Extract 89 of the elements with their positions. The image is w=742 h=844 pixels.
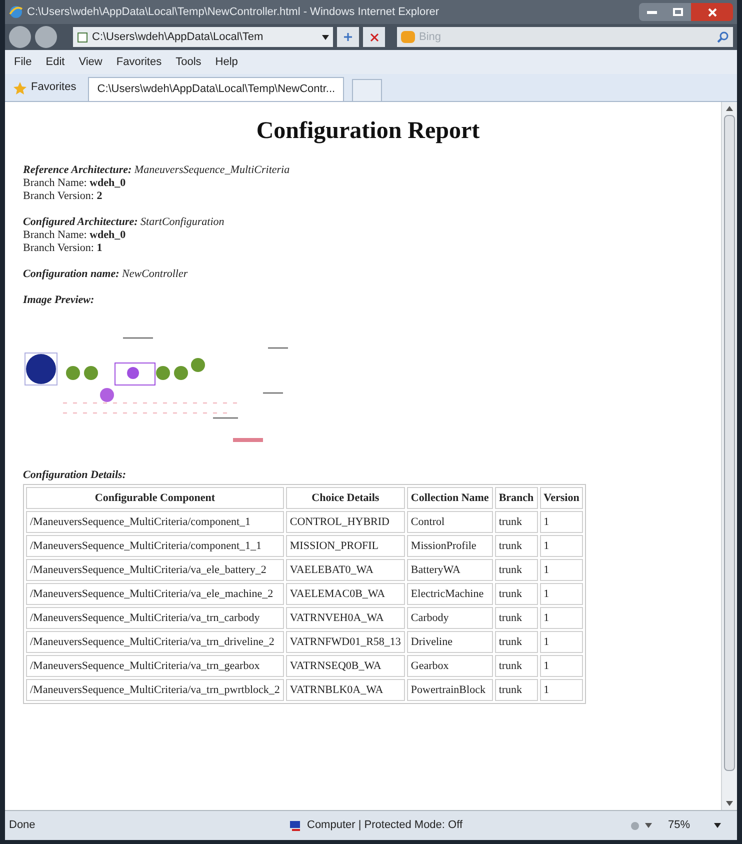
table-cell: 1 (540, 535, 584, 557)
menu-item[interactable]: View (74, 54, 108, 70)
table-cell: Carbody (406, 607, 493, 629)
maximize-button[interactable] (665, 3, 691, 21)
dropdown-icon[interactable] (714, 823, 721, 828)
address-field[interactable]: C:\Users\wdeh\AppData\Local\Tem (73, 27, 333, 47)
table-cell: VAELEBAT0_WA (286, 559, 405, 581)
branch-line: Branch Name: wdeh_0 (23, 177, 127, 190)
table-cell: /ManeuversSequence_MultiCriteria/va_ele_battery_2 (26, 559, 284, 581)
table-cell: trunk (494, 631, 538, 653)
stop-button[interactable] (363, 27, 385, 47)
column-header: Configurable Component (26, 487, 284, 509)
table-cell: /ManeuversSequence_MultiCriteria/va_ele_machine_2 (26, 583, 284, 605)
table-cell: Driveline (406, 631, 493, 653)
table-cell: trunk (494, 607, 538, 629)
table-cell: 1 (540, 583, 584, 605)
table-cell: VATRNSEQ0B_WA (286, 655, 405, 677)
table-cell: trunk (494, 535, 538, 557)
scroll-up-icon[interactable] (726, 106, 733, 111)
table-cell: 1 (540, 607, 584, 629)
dropdown-icon[interactable] (322, 34, 329, 40)
branch-line: Branch Version: 2 (23, 190, 104, 203)
table-cell: trunk (494, 679, 538, 701)
security-zone: Computer | Protected Mode: Off (307, 818, 463, 834)
table-cell: MISSION_PROFIL (286, 535, 405, 557)
dropdown-icon[interactable] (644, 823, 652, 828)
column-header: Choice Details (286, 487, 405, 509)
table-cell: 1 (540, 511, 584, 533)
table-cell: /ManeuversSequence_MultiCriteria/va_trn_carbody (26, 607, 284, 629)
table-cell: /ManeuversSequence_MultiCriteria/component_1_1 (26, 535, 284, 557)
table-cell: VATRNFWD01_R58_13 (286, 631, 405, 653)
column-header: Branch (494, 487, 538, 509)
branch-line: Branch Name: wdeh_0 (23, 229, 127, 242)
table-cell: /ManeuversSequence_MultiCriteria/va_trn_pwrtblock_2 (26, 679, 284, 701)
table-cell: PowertrainBlock (406, 679, 493, 701)
table-cell: Gearbox (406, 655, 493, 677)
branch-line: Branch Version: 1 (23, 242, 104, 255)
table-cell: ElectricMachine (406, 583, 493, 605)
table-cell: MissionProfile (406, 535, 493, 557)
close-icon (708, 8, 716, 16)
page-icon (77, 32, 88, 42)
table-cell: Control (406, 511, 493, 533)
table-cell: 1 (540, 559, 584, 581)
close-button[interactable] (691, 3, 733, 21)
search-box[interactable]: Bing (397, 27, 733, 47)
table-cell: VAELEMAC0B_WA (286, 583, 405, 605)
scroll-down-icon[interactable] (726, 801, 733, 806)
back-button[interactable] (9, 26, 31, 48)
table-cell: CONTROL_HYBRID (286, 511, 405, 533)
zoom-button[interactable]: 75% (668, 817, 690, 834)
architecture-line: Reference Architecture: ManeuversSequence_MultiCriteria (23, 164, 291, 177)
status-text: Done (9, 818, 36, 834)
browser-logo-icon (9, 5, 23, 19)
page-title: Configuration Report (255, 117, 481, 146)
table-cell: 1 (540, 679, 584, 701)
column-header: Collection Name (406, 487, 493, 509)
menu-item[interactable]: File (9, 54, 37, 70)
table-cell: 1 (540, 631, 584, 653)
menu-item[interactable]: Help (210, 54, 243, 70)
menu-item[interactable]: Favorites (111, 54, 167, 70)
table-cell: BatteryWA (406, 559, 493, 581)
menu-item[interactable]: Edit (40, 54, 70, 70)
table-cell: /ManeuversSequence_MultiCriteria/va_trn_driveline_2 (26, 631, 284, 653)
table-cell: 1 (540, 655, 584, 677)
search-icon[interactable] (717, 31, 729, 43)
computer-icon (289, 820, 303, 832)
search-provider-icon (401, 31, 415, 43)
browser-tab[interactable]: C:\Users\wdeh\AppData\Local\Temp\NewContr... (88, 77, 344, 101)
table-cell: trunk (494, 655, 538, 677)
stop-icon (370, 32, 378, 42)
table-cell: trunk (494, 559, 538, 581)
image-preview-label: Image Preview: (23, 294, 96, 307)
table-cell: trunk (494, 583, 538, 605)
window-title: C:\Users\wdeh\AppData\Local\Temp\NewController.html - Windows Internet Explorer (27, 4, 440, 20)
minimize-button[interactable] (639, 3, 665, 21)
architecture-line: Configuration name: NewController (23, 268, 189, 281)
architecture-line: Configured Architecture: StartConfiguration (23, 216, 226, 229)
refresh-button[interactable] (337, 27, 359, 47)
table-cell: VATRNVEH0A_WA (286, 607, 405, 629)
star-icon (13, 80, 27, 94)
configuration-details-label: Configuration Details: (23, 469, 127, 482)
table-cell: VATRNBLK0A_WA (286, 679, 405, 701)
menu-item[interactable]: Tools (170, 54, 206, 70)
forward-button[interactable] (35, 26, 57, 48)
table-cell: trunk (494, 511, 538, 533)
table-cell: /ManeuversSequence_MultiCriteria/va_trn_gearbox (26, 655, 284, 677)
favorites-button[interactable]: Favorites (9, 76, 80, 100)
table-cell: /ManeuversSequence_MultiCriteria/component_1 (26, 511, 284, 533)
column-header: Version (540, 487, 584, 509)
